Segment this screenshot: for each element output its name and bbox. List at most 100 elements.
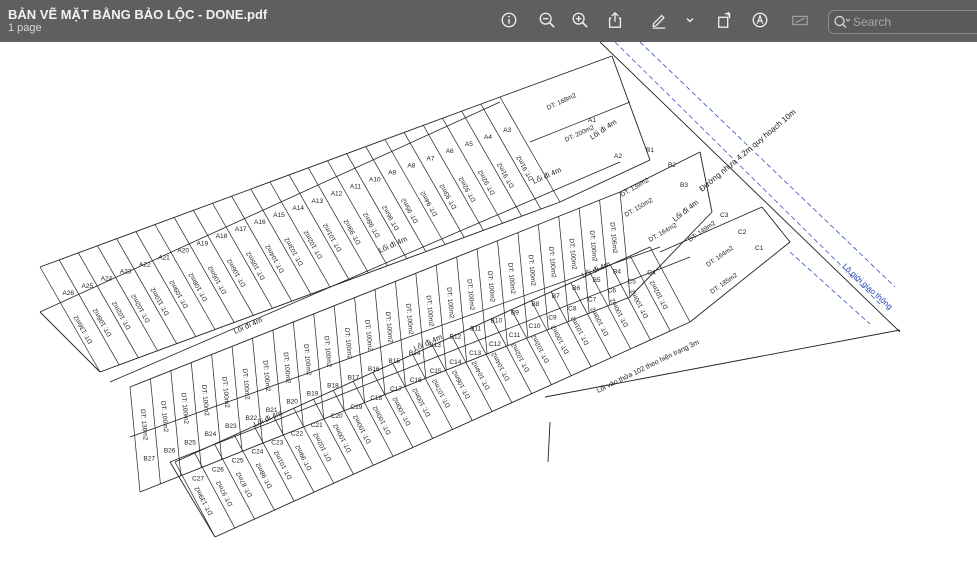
lot-area-a5: DT: 92m2 (477, 168, 497, 196)
lot-area-c18: DT: 100m2 (372, 404, 393, 435)
window-titlebar: BẢN VẼ MẶT BẰNG BẢO LỘC - DONE.pdf 1 pag… (0, 0, 977, 42)
access-road-line (547, 421, 551, 463)
row-b-divider (476, 248, 488, 354)
annotate-button[interactable] (749, 9, 771, 31)
lot-id-c9: C9 (548, 314, 557, 321)
lot-id-a4: A4 (484, 134, 492, 141)
lot-id-a26: A26 (62, 290, 74, 297)
chevron-down-icon (686, 18, 694, 23)
lot-id-a7: A7 (427, 155, 435, 162)
alley-line (169, 256, 691, 463)
lot-area-c3: DT: 149m2 (687, 220, 717, 244)
lot-id-b6: B6 (572, 285, 580, 292)
annotate-icon (752, 12, 768, 28)
lot-id-b3: B3 (680, 182, 688, 189)
lot-id-c26: C26 (212, 467, 224, 474)
alley-label-c2: Lối đi 4m (412, 332, 443, 353)
lot-area-c21: DT: 102m2 (312, 431, 333, 462)
lot-area-a11: DT: 98m2 (362, 210, 382, 238)
lot-area-b4: DT: 106m2 (608, 222, 618, 254)
lot-area-b19: DT: 100m2 (302, 344, 312, 376)
lot-area-a4: DT: 91m2 (496, 161, 516, 189)
lot-area-c11: DT: 102m2 (510, 341, 531, 372)
lot-area-c7: DT: 100m2 (589, 306, 610, 337)
lot-id-c10: C10 (529, 323, 541, 330)
lot-area-a8: DT: 94m2 (419, 189, 439, 217)
alley-line (129, 246, 661, 438)
lot-id-a11: A11 (350, 184, 361, 191)
boundary-label: Lộ giới giao thông (841, 262, 895, 311)
lot-area-b9: DT: 100m2 (506, 262, 516, 294)
lot-area-a1: DT: 168m2 (546, 92, 578, 112)
lot-id-a9: A9 (388, 169, 396, 176)
lot-area-b1: DT: 139m2 (620, 177, 651, 199)
lot-area-b7: DT: 100m2 (547, 246, 557, 278)
row-c-divider (174, 461, 216, 538)
lot-id-c27: C27 (192, 476, 204, 483)
lot-area-b21: DT: 100m2 (261, 360, 271, 392)
lot-area-b16: DT: 100m2 (363, 319, 373, 351)
lot-id-b15: B15 (388, 358, 400, 365)
lot-id-c1: C1 (755, 245, 764, 252)
zoom-out-icon (539, 12, 555, 28)
lot-id-a18: A18 (216, 233, 228, 240)
lot-area-b13: DT: 100m2 (425, 295, 435, 327)
lot-area-c5: DT: 100m2 (629, 288, 650, 319)
lot-id-c11: C11 (509, 332, 521, 339)
lot-area-c24: DT: 98m2 (255, 461, 274, 489)
lot-area-b18: DT: 100m2 (322, 336, 332, 368)
lot-id-b17: B17 (348, 374, 360, 381)
redact-button[interactable] (789, 9, 811, 31)
document-title: BẢN VẼ MẶT BẰNG BẢO LỘC - DONE.pdf (8, 7, 268, 22)
lot-area-c2: DT: 164m2 (705, 245, 735, 269)
alley-label-a2: Lối đi 4m (377, 234, 408, 255)
lot-id-b20: B20 (286, 399, 298, 406)
lot-id-b19: B19 (307, 391, 319, 398)
lot-id-c24: C24 (251, 449, 263, 456)
lot-area-b6: DT: 100m2 (567, 238, 577, 270)
lot-area-c20: DT: 100m2 (332, 422, 353, 453)
search-field[interactable] (828, 10, 977, 34)
lot-area-b2: DT: 150m2 (624, 197, 655, 219)
lot-area-b27: DT: 136m2 (139, 409, 149, 441)
lot-area-b12: DT: 100m2 (445, 287, 455, 319)
lot-id-a19: A19 (197, 240, 209, 247)
lot-id-b27: B27 (143, 456, 155, 463)
info-icon (501, 12, 517, 28)
lot-id-c6: C6 (608, 287, 617, 294)
lot-area-c10: DT: 102m2 (530, 332, 551, 363)
row-c-big-front (689, 241, 791, 323)
lot-id-a17: A17 (235, 226, 247, 233)
info-button[interactable] (498, 9, 520, 31)
lot-area-c22: DT: 99m2 (294, 443, 313, 471)
lot-id-b23: B23 (225, 423, 237, 430)
share-button[interactable] (604, 9, 626, 31)
boundary-dashed (789, 251, 871, 325)
document-page: DT: 136m2 A26 DT: 108m2 A25 DT: 102m2 A24 DT: … (0, 42, 977, 568)
lot-area-b15: DT: 100m2 (384, 311, 394, 343)
zoom-out-button[interactable] (536, 9, 558, 31)
row-a-big-back (499, 55, 613, 98)
lot-id-c23: C23 (271, 440, 283, 447)
lot-id-a8: A8 (407, 162, 415, 169)
markup-button[interactable] (648, 9, 670, 31)
lot-id-a10: A10 (369, 177, 381, 184)
lot-area-c8: DT: 101m2 (570, 315, 591, 346)
search-icon (834, 15, 851, 29)
lot-area-b5: DT: 100m2 (588, 230, 598, 262)
access-road-label: Lối vào thửa 102 theo hiện trạng 3m (595, 337, 701, 395)
share-icon (608, 11, 622, 28)
lot-area-b14: DT: 100m2 (404, 303, 414, 335)
markup-menu-button[interactable] (679, 9, 701, 31)
lot-id-b7: B7 (552, 293, 560, 300)
lot-id-c2: C2 (738, 229, 747, 236)
lot-area-c15: DT: 107m2 (431, 377, 452, 408)
row-b-divider (456, 256, 468, 363)
zoom-in-button[interactable] (569, 9, 591, 31)
lot-id-a5: A5 (465, 141, 473, 148)
lot-area-c14: DT: 106m2 (451, 368, 472, 399)
rotate-button[interactable] (714, 9, 736, 31)
site-boundary (169, 461, 216, 538)
search-input[interactable] (851, 13, 977, 31)
lot-id-a14: A14 (292, 205, 304, 212)
